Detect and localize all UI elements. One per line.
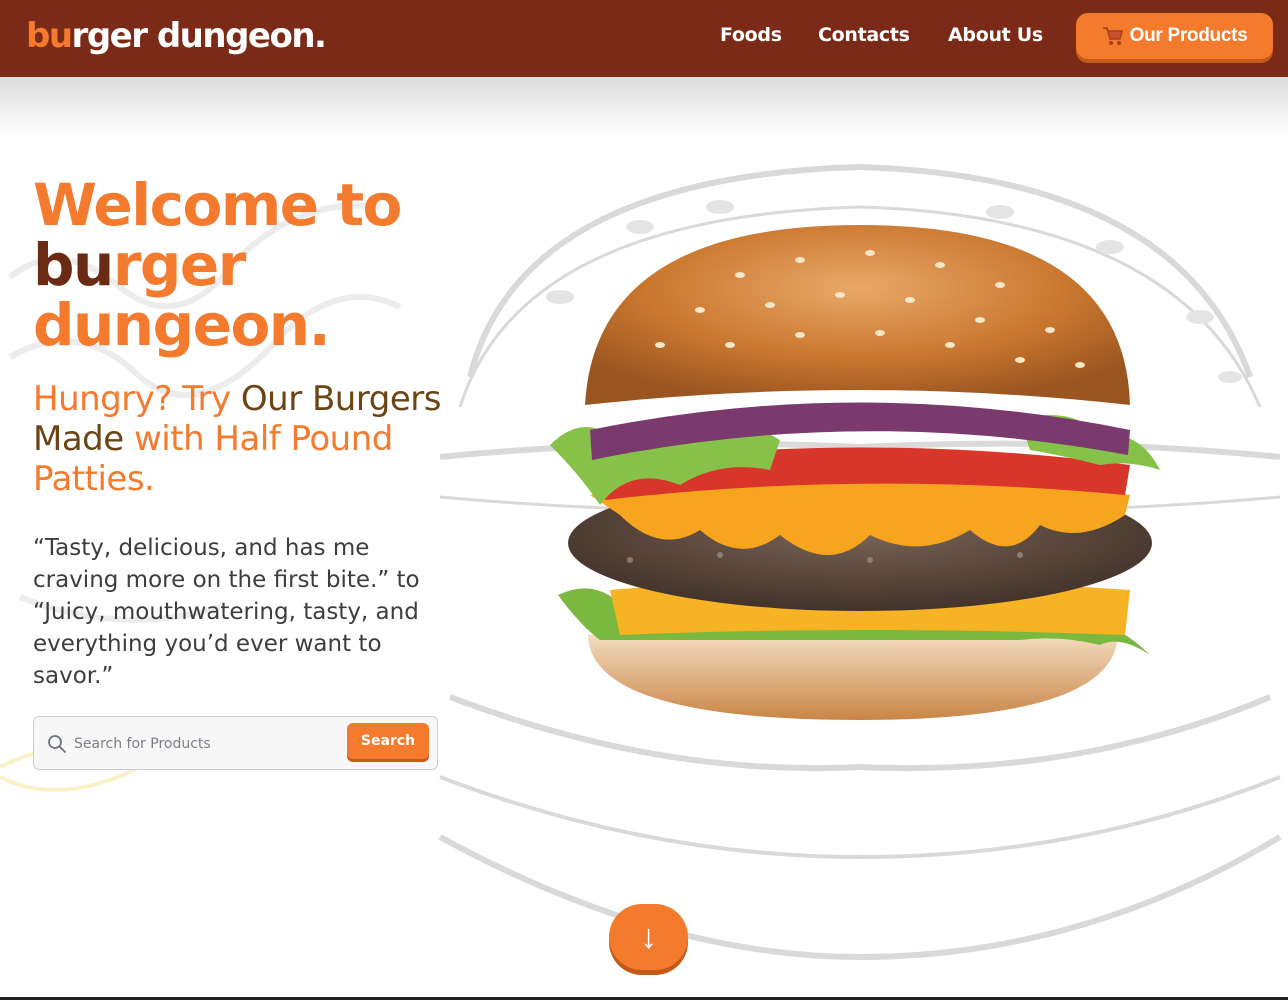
nav-link-contacts[interactable]: Contacts bbox=[818, 23, 910, 47]
nav-link-about-us[interactable]: About Us bbox=[948, 23, 1043, 47]
our-products-button[interactable]: Our Products bbox=[1076, 13, 1273, 59]
burger-image bbox=[550, 225, 1160, 720]
scroll-down-button[interactable]: ↓ bbox=[609, 904, 688, 970]
cart-icon bbox=[1102, 27, 1123, 45]
hero-title-line1: Welcome to bbox=[33, 171, 402, 239]
nav-link-foods[interactable]: Foods bbox=[720, 23, 782, 47]
hero-subtitle: Hungry? Try Our Burgers Made with Half P… bbox=[33, 379, 453, 499]
hero-title-bu: bu bbox=[33, 231, 114, 299]
search-input[interactable] bbox=[74, 729, 334, 759]
arrow-down-icon: ↓ bbox=[640, 918, 657, 956]
search-bar: Search bbox=[33, 716, 438, 770]
hero-title-line3: dungeon. bbox=[33, 291, 331, 359]
navbar-shadow bbox=[0, 77, 1288, 137]
search-icon bbox=[48, 735, 66, 753]
navbar: burger dungeon. Foods Contacts About Us … bbox=[0, 0, 1288, 77]
hero-title: Welcome to burger dungeon. bbox=[33, 175, 453, 355]
hero-subtitle-a: Hungry? Try bbox=[33, 379, 231, 419]
hero-quote: “Tasty, delicious, and has me craving mo… bbox=[33, 535, 420, 689]
search-button[interactable]: Search bbox=[347, 723, 429, 759]
our-products-label: Our Products bbox=[1129, 25, 1248, 46]
hero-title-rger: rger bbox=[112, 231, 247, 299]
